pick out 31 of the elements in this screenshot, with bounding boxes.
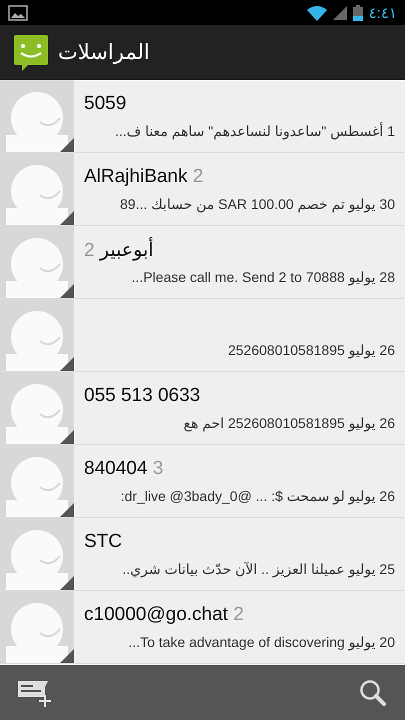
contact-name: AlRajhiBank <box>84 166 188 186</box>
message-preview: 25 يوليو عميلنا العزيز .. الآن حدّث بيانات شري.. <box>121 560 395 578</box>
messaging-app-icon <box>14 34 48 70</box>
message-count: 2 <box>84 240 95 260</box>
contact-name: 055 513 0633 <box>84 384 200 406</box>
signal-icon <box>332 6 347 20</box>
message-preview: 30 يوليو تم خصم SAR 100.00 من حسابك ...89 <box>118 196 395 212</box>
message-preview: 28 يوليو Please call me. Send 2 to 70888... <box>130 268 395 286</box>
contact-name: STC <box>84 530 122 552</box>
compose-icon <box>18 678 52 706</box>
search-button[interactable] <box>359 678 387 706</box>
message-count: 2 <box>192 166 204 186</box>
message-count: 2 <box>233 604 244 624</box>
search-icon <box>359 678 387 706</box>
app-title: المراسلات <box>58 40 150 65</box>
message-count: 3 <box>152 458 164 478</box>
message-preview: 26 يوليو لو سمحت $: ... @dr_live @3bady_0: <box>120 488 395 504</box>
contact-name: c10000@go.chat <box>84 604 228 624</box>
wifi-icon <box>306 4 327 20</box>
message-preview: 1 أغسطس "ساعدونا لنساعدهم" ساهم معنا ف... <box>114 122 395 140</box>
contact-name: 840404 <box>84 458 148 478</box>
contact-name: 5059 <box>84 92 126 114</box>
compose-button[interactable] <box>18 678 52 706</box>
message-preview: 20 يوليو To take advantage of discovering... <box>127 634 395 650</box>
message-preview: 26 يوليو 252608010581895 احم هع <box>182 414 395 432</box>
message-preview: 26 يوليو 252608010581895 <box>226 342 395 358</box>
contact-name: أبوعبير <box>100 240 154 260</box>
battery-icon <box>352 4 363 20</box>
picture-notification-icon <box>8 4 28 20</box>
conversation-row[interactable]: 26 يوليو 252608010581895 <box>0 299 405 372</box>
status-time: ٤:٤١ <box>368 4 397 22</box>
